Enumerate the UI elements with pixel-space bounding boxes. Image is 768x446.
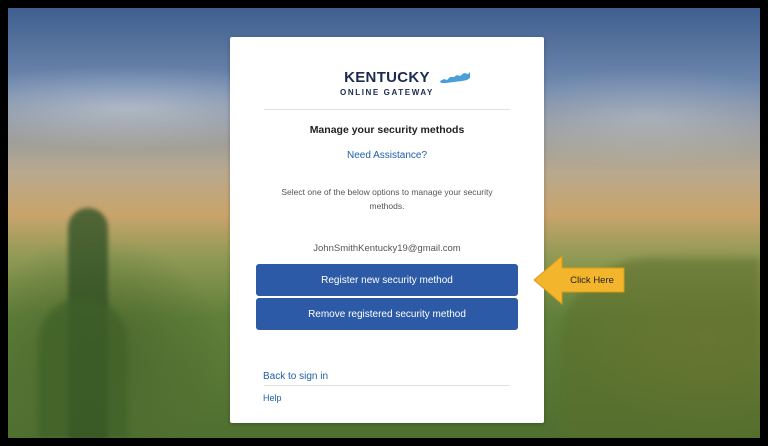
security-methods-card: KENTUCKY ONLINE GATEWAY Manage your secu… <box>230 37 544 423</box>
header-divider <box>264 109 510 110</box>
callout-label: Click Here <box>570 274 614 286</box>
instructions-text: Select one of the below options to manag… <box>281 187 493 211</box>
logo-word: KENTUCKY <box>344 69 430 86</box>
user-email: JohnSmithKentucky19@gmail.com <box>313 243 461 254</box>
footer-divider <box>264 385 510 386</box>
background-tree <box>38 298 128 438</box>
back-to-sign-in-link[interactable]: Back to sign in <box>263 371 328 382</box>
remove-security-method-button[interactable]: Remove registered security method <box>256 298 518 330</box>
register-security-method-button[interactable]: Register new security method <box>256 264 518 296</box>
page-title: Manage your security methods <box>309 124 465 136</box>
kentucky-state-icon <box>440 72 471 83</box>
click-here-callout: Click Here <box>532 252 648 308</box>
kentucky-online-gateway-logo: KENTUCKY ONLINE GATEWAY <box>230 69 544 97</box>
logo-subtitle: ONLINE GATEWAY <box>340 88 434 97</box>
need-assistance-link[interactable]: Need Assistance? <box>230 150 544 161</box>
help-link[interactable]: Help <box>263 393 282 403</box>
